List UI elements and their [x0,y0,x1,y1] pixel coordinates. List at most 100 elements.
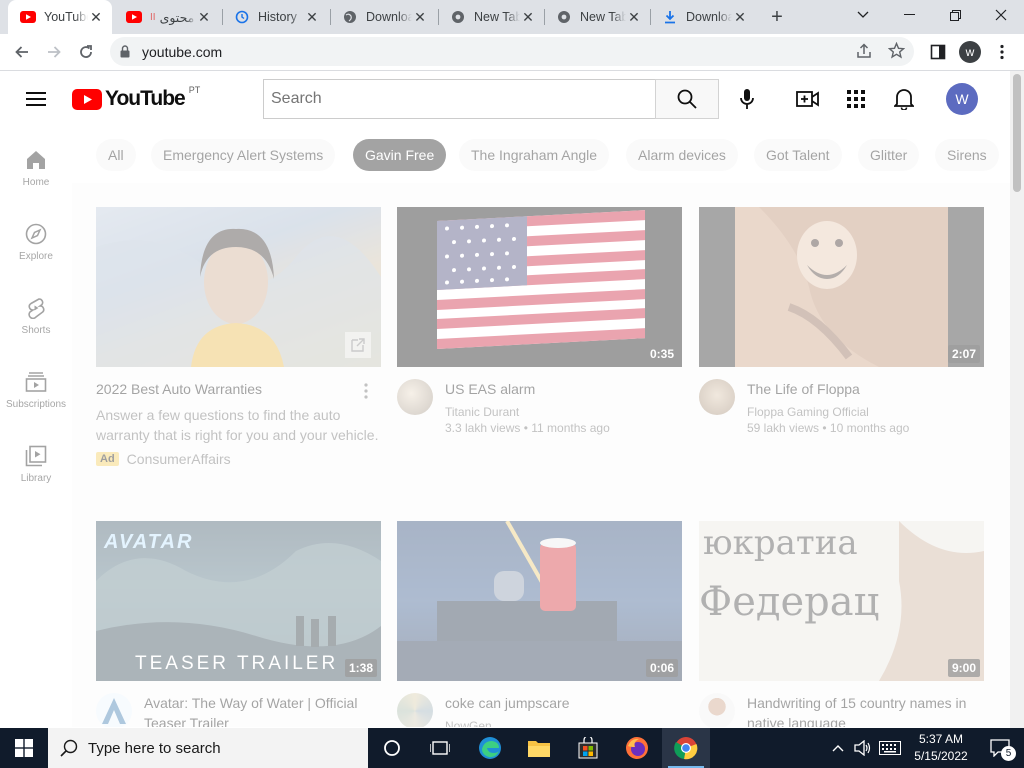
guide-item-library[interactable]: Library [0,423,72,497]
chip-got-talent[interactable]: Got Talent [754,139,842,171]
edge-browser-icon[interactable] [466,728,514,768]
guide-item-explore[interactable]: Explore [0,201,72,275]
notification-center-icon[interactable]: 5 [976,728,1024,768]
url-text[interactable]: youtube.com [142,44,222,60]
video-thumbnail[interactable]: 0:06 [397,521,682,681]
video-card-ad[interactable]: 2022 Best Auto Warranties Answer a few q… [96,207,381,467]
windows-start-icon[interactable] [0,728,48,768]
video-thumbnail[interactable]: 2:07 [699,207,984,367]
microphone-icon[interactable] [735,87,759,111]
new-tab-button[interactable]: + [766,6,788,28]
minimize-icon[interactable] [886,0,932,30]
cortana-icon[interactable] [368,728,416,768]
microsoft-store-icon[interactable] [564,728,612,768]
taskbar-clock[interactable]: 5:37 AM 5/15/2022 [906,731,976,765]
create-video-icon[interactable] [796,87,820,111]
chip-emergency-alert-systems[interactable]: Emergency Alert Systems [151,139,336,171]
chrome-menu-icon[interactable] [988,38,1016,66]
tab-new-2[interactable]: New Tab ✕ [544,0,650,34]
account-avatar[interactable]: W [946,83,978,115]
video-channel[interactable]: Floppa Gaming Official [747,405,909,419]
tab-history[interactable]: History ✕ [222,0,328,34]
taskbar-search-placeholder: Type here to search [88,739,221,757]
close-tab-icon[interactable]: ✕ [412,9,428,25]
video-title[interactable]: 2022 Best Auto Warranties [96,379,381,399]
tab-search-icon[interactable] [840,0,886,30]
tab-new-1[interactable]: New Tab ✕ [438,0,544,34]
close-window-icon[interactable] [978,0,1024,30]
chrome-browser-icon[interactable] [662,728,710,768]
keyboard-icon[interactable] [876,728,904,768]
video-title[interactable]: The Life of Floppa [747,379,909,399]
firefox-icon[interactable] [613,728,661,768]
hamburger-menu-icon[interactable] [24,87,48,111]
external-link-icon[interactable] [350,337,366,358]
side-panel-icon[interactable] [924,38,952,66]
lock-icon[interactable] [120,45,130,58]
channel-avatar[interactable] [96,693,132,727]
guide-item-home[interactable]: Home [0,127,72,201]
close-tab-icon[interactable]: ✕ [626,9,642,25]
video-channel[interactable]: ConsumerAffairs [127,451,231,467]
chip-all[interactable]: All [96,139,136,171]
close-tab-icon[interactable]: ✕ [520,9,536,25]
bookmark-star-icon[interactable] [887,41,906,62]
restore-icon[interactable] [932,0,978,30]
address-bar[interactable]: youtube.com [110,37,914,66]
apps-grid-icon[interactable] [844,87,868,111]
close-tab-icon[interactable]: ✕ [196,9,212,25]
video-card[interactable]: 2:07 The Life of Floppa Floppa Gaming Of… [699,207,984,435]
video-title[interactable]: Avatar: The Way of Water | Official Teas… [144,693,381,727]
video-card[interactable]: юкратиа Федерац 9:00 Handwriting of 15 c… [699,521,984,727]
video-title[interactable]: Handwriting of 15 country names in nativ… [747,693,984,727]
video-meta: coke can jumpscare NowGen [397,693,682,727]
reload-icon[interactable] [72,38,100,66]
channel-avatar[interactable] [397,693,433,727]
video-card[interactable]: 0:35 US EAS alarm Titanic Durant 3.3 lak… [397,207,682,435]
video-thumbnail[interactable]: AVATAR TEASER TRAILER 1:38 [96,521,381,681]
task-view-icon[interactable] [416,728,464,768]
video-title[interactable]: US EAS alarm [445,379,610,399]
video-card[interactable]: AVATAR TEASER TRAILER 1:38 Avatar: The W… [96,521,381,727]
youtube-logo[interactable]: YouTube PT [72,85,200,111]
page-scrollbar-thumb[interactable] [1013,74,1021,192]
chip-alarm-devices[interactable]: Alarm devices [626,139,738,171]
forward-arrow-icon[interactable] [40,38,68,66]
chip-glitter[interactable]: Glitter [858,139,920,171]
video-channel[interactable]: NowGen [445,719,570,727]
channel-avatar[interactable] [699,693,735,727]
back-arrow-icon[interactable] [8,38,36,66]
ad-description: Answer a few questions to find the auto … [96,407,379,443]
volume-icon[interactable] [850,728,876,768]
video-channel[interactable]: Titanic Durant [445,405,610,419]
video-card[interactable]: 0:06 coke can jumpscare NowGen [397,521,682,727]
chip-sirens[interactable]: Sirens [935,139,999,171]
channel-avatar[interactable] [699,379,735,415]
video-thumbnail[interactable]: юкратиа Федерац 9:00 [699,521,984,681]
video-title[interactable]: coke can jumpscare [445,693,570,713]
close-tab-icon[interactable]: ✕ [304,9,320,25]
share-icon[interactable] [856,43,872,62]
tab-content[interactable]: II محتوى ✕ [114,0,220,34]
profile-avatar[interactable]: w [956,38,984,66]
tab-downloads-1[interactable]: Downloads ✕ [330,0,436,34]
windows-taskbar: Type here to search 5:37 AM 5/15/2022 5 [0,728,1024,768]
file-explorer-icon[interactable] [515,728,563,768]
search-input[interactable]: Search [263,79,656,119]
video-thumbnail[interactable]: 0:35 [397,207,682,367]
chip-ingraham-angle[interactable]: The Ingraham Angle [459,139,610,171]
show-hidden-icons-icon[interactable] [826,728,850,768]
more-options-icon[interactable] [364,383,368,404]
taskbar-search-input[interactable]: Type here to search [48,728,368,768]
guide-item-shorts[interactable]: Shorts [0,275,72,349]
close-tab-icon[interactable]: ✕ [88,9,104,25]
tab-youtube[interactable]: YouTube ✕ [8,0,112,34]
search-button[interactable] [655,79,719,119]
tab-downloads-2[interactable]: Downloads ✕ [650,0,756,34]
channel-avatar[interactable] [397,379,433,415]
guide-item-subscriptions[interactable]: Subscriptions [0,349,72,423]
notifications-bell-icon[interactable] [892,87,916,111]
video-thumbnail[interactable] [96,207,381,367]
chip-gavin-free[interactable]: Gavin Free [353,139,447,171]
close-tab-icon[interactable]: ✕ [732,9,748,25]
